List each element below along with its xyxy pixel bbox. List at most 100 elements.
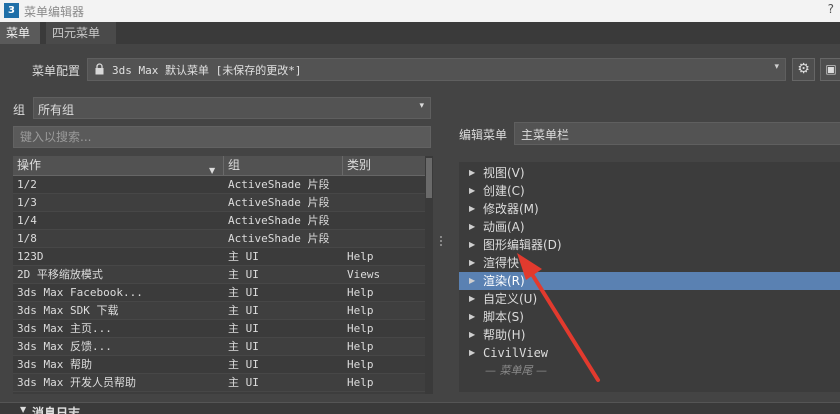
group-cell: 主 UI: [228, 250, 259, 263]
column-header-label: 操作: [17, 158, 42, 172]
table-row[interactable]: 3ds Max 反馈... 主 UI Help: [13, 338, 425, 356]
expand-icon[interactable]: ▶: [469, 290, 475, 308]
menu-config-label: 菜单配置: [32, 64, 81, 78]
tree-item-label: 修改器(M): [483, 202, 539, 216]
category-cell: Help: [347, 250, 374, 263]
category-cell: [343, 212, 425, 229]
tree-item-label: CivilView: [483, 346, 549, 360]
expand-icon[interactable]: ▶: [469, 182, 475, 200]
app-icon: 3: [4, 3, 19, 18]
action-cell: 3ds Max 主页...: [17, 322, 112, 335]
column-header-group[interactable]: 组: [224, 156, 343, 175]
chevron-down-icon: ▾: [774, 62, 779, 72]
expand-icon[interactable]: ▶: [469, 308, 475, 326]
tree-item-customize[interactable]: ▶ 自定义(U): [459, 290, 840, 308]
tree-item-graph-editors[interactable]: ▶ 图形编辑器(D): [459, 236, 840, 254]
expand-icon[interactable]: ▶: [469, 254, 475, 272]
tree-item-label: 渲染(R): [483, 274, 525, 288]
action-cell: 3ds Max 反馈...: [17, 340, 112, 353]
category-cell: Help: [347, 286, 374, 299]
tab-bar: 菜单 四元菜单: [0, 22, 840, 44]
expand-icon[interactable]: ▶: [469, 272, 475, 290]
menu-config-dropdown[interactable]: 3ds Max 默认菜单 [未保存的更改*] ▾: [87, 58, 786, 81]
tree-item-label: 渲得快: [483, 256, 520, 270]
category-cell: [343, 176, 425, 193]
tree-item-animation[interactable]: ▶ 动画(A): [459, 218, 840, 236]
category-cell: Help: [347, 340, 374, 353]
grip-dot: [440, 244, 442, 246]
table-row[interactable]: 1/8 ActiveShade 片段: [13, 230, 425, 248]
tree-item-create[interactable]: ▶ 创建(C): [459, 182, 840, 200]
expand-icon[interactable]: ▶: [469, 326, 475, 344]
category-cell: Help: [347, 358, 374, 371]
tree-item-label: 脚本(S): [483, 310, 524, 324]
group-cell: ActiveShade 片段: [228, 214, 330, 227]
tree-item-scripting[interactable]: ▶ 脚本(S): [459, 308, 840, 326]
group-cell: ActiveShade 片段: [228, 196, 330, 209]
grip-dot: [440, 236, 442, 238]
lock-icon: [95, 63, 104, 75]
action-cell: 3ds Max SDK 下载: [17, 304, 119, 317]
tree-item-view[interactable]: ▶ 视图(V): [459, 164, 840, 182]
search-box: [13, 126, 431, 148]
table-row[interactable]: 3ds Max 开发人员帮助 主 UI Help: [13, 374, 425, 392]
expand-icon[interactable]: ▶: [469, 164, 475, 182]
title-bar: 3 菜单编辑器 ?: [0, 0, 840, 22]
table-scrollbar[interactable]: [425, 156, 433, 394]
tree-item-custom-menu[interactable]: ▶ 渲得快: [459, 254, 840, 272]
action-cell: 123D: [17, 250, 44, 263]
edit-menu-field[interactable]: 主菜单栏: [514, 122, 840, 145]
menu-tree: ▶ 视图(V) ▶ 创建(C) ▶ 修改器(M) ▶ 动画(A) ▶ 图形编辑器…: [459, 162, 840, 392]
expand-icon[interactable]: ▶: [469, 236, 475, 254]
gear-icon[interactable]: ⚙: [792, 58, 815, 81]
menu-config-value: 3ds Max 默认菜单 [未保存的更改*]: [112, 64, 302, 77]
group-cell: 主 UI: [228, 286, 259, 299]
group-cell: ActiveShade 片段: [228, 178, 330, 191]
action-cell: 1/8: [17, 232, 37, 245]
group-value: 所有组: [38, 103, 75, 117]
action-cell: 2D 平移缩放模式: [17, 268, 103, 281]
table-row[interactable]: 3ds Max Facebook... 主 UI Help: [13, 284, 425, 302]
table-row[interactable]: 1/3 ActiveShade 片段: [13, 194, 425, 212]
category-cell: Views: [347, 268, 381, 281]
chevron-down-icon: ▾: [419, 101, 424, 111]
scrollbar-thumb[interactable]: [426, 158, 432, 198]
category-cell: [343, 230, 425, 247]
column-header-action[interactable]: 操作 ▼: [13, 156, 224, 175]
column-header-category[interactable]: 类别: [343, 156, 425, 175]
table-row[interactable]: 3ds Max SDK 下载 主 UI Help: [13, 302, 425, 320]
group-cell: 主 UI: [228, 358, 259, 371]
grip-dot: [440, 240, 442, 242]
group-cell: 主 UI: [228, 268, 259, 281]
save-icon[interactable]: ▣: [820, 58, 840, 81]
tab-quad-menus[interactable]: 四元菜单: [46, 22, 116, 44]
group-dropdown[interactable]: 所有组 ▾: [33, 97, 431, 119]
column-header-label: 类别: [347, 158, 372, 172]
category-cell: Help: [347, 376, 374, 389]
table-row[interactable]: 123D 主 UI Help: [13, 248, 425, 266]
action-cell: 3ds Max 开发人员帮助: [17, 376, 136, 389]
expand-icon[interactable]: ▶: [469, 200, 475, 218]
table-row[interactable]: 3ds Max 主页... 主 UI Help: [13, 320, 425, 338]
tree-item-rendering[interactable]: ▶ 渲染(R): [459, 272, 840, 290]
tree-item-label: 动画(A): [483, 220, 525, 234]
tree-item-civilview[interactable]: ▶ CivilView: [459, 344, 840, 362]
tree-item-help[interactable]: ▶ 帮助(H): [459, 326, 840, 344]
help-icon[interactable]: ?: [828, 2, 834, 16]
expand-icon[interactable]: ▶: [469, 344, 475, 362]
table-row[interactable]: 1/4 ActiveShade 片段: [13, 212, 425, 230]
panel-splitter-handle[interactable]: [439, 234, 443, 250]
expand-icon[interactable]: ▶: [469, 218, 475, 236]
table-row[interactable]: 3ds Max 帮助 主 UI Help: [13, 356, 425, 374]
search-input[interactable]: [14, 127, 424, 147]
message-log-bar[interactable]: ▼ 消息日志: [0, 402, 840, 414]
tab-menus[interactable]: 菜单: [0, 22, 40, 44]
table-row[interactable]: 1/2 ActiveShade 片段: [13, 176, 425, 194]
action-cell: 1/4: [17, 214, 37, 227]
action-cell: 3ds Max 帮助: [17, 358, 92, 371]
tree-item-modifiers[interactable]: ▶ 修改器(M): [459, 200, 840, 218]
action-cell: 1/3: [17, 196, 37, 209]
table-row[interactable]: 2D 平移缩放模式 主 UI Views: [13, 266, 425, 284]
action-cell: 3ds Max Facebook...: [17, 286, 143, 299]
tree-item-label: 帮助(H): [483, 328, 526, 342]
